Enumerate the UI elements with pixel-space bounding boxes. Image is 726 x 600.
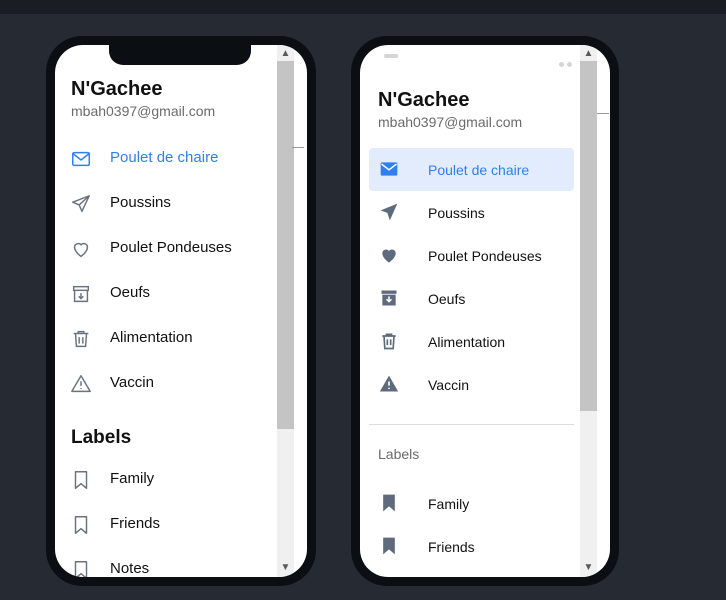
md-screen: N'Gachee mbah0397@gmail.com Poulet de ch… [360,45,610,577]
menu-item-poulet-de-chaire[interactable]: Poulet de chaire [55,137,270,182]
ios-phone-frame: N'Gachee mbah0397@gmail.com Poulet de ch… [46,36,316,586]
scroll-down-icon[interactable]: ▼ [277,561,294,575]
label-item-family[interactable]: Family [55,458,270,503]
bookmark-icon [70,469,92,491]
label-item-text: Friends [428,539,475,555]
label-item-friends[interactable]: Friends [369,525,574,568]
menu-item-label: Poussins [110,194,171,211]
bookmark-icon [379,536,399,556]
label-item-text: Friends [110,515,161,532]
scroll-up-icon[interactable]: ▲ [277,47,294,61]
menu-item-poussins[interactable]: Poussins [369,191,574,234]
label-item-family[interactable]: Family [369,482,574,525]
status-indicator [384,54,398,58]
menu-item-label: Poussins [428,205,485,221]
menu-item-label: Vaccin [110,374,154,391]
menu-item-alimentation[interactable]: Alimentation [55,317,270,362]
bookmark-icon [70,559,92,577]
send-icon [70,193,92,215]
trash-icon [70,328,92,350]
divider [597,113,609,114]
menu-item-oeufs[interactable]: Oeufs [369,277,574,320]
labels-list: Family Friends Notes [55,458,270,577]
warning-icon [379,374,399,394]
profile-email: mbah0397@gmail.com [71,103,216,119]
label-item-text: Family [110,470,155,487]
divider [292,147,304,148]
menu-item-alimentation[interactable]: Alimentation [369,320,574,363]
scrollbar-thumb[interactable] [277,61,294,429]
trash-icon [379,331,399,351]
menu-item-label: Oeufs [110,284,151,301]
vertical-scrollbar[interactable]: ▲ ▼ [277,45,294,577]
labels-heading: Labels [378,446,420,462]
top-bar [0,0,726,14]
menu-list: Poulet de chaire Poussins Poulet Pondeus… [369,148,574,406]
profile-email: mbah0397@gmail.com [378,114,523,130]
menu-item-poulet-de-chaire[interactable]: Poulet de chaire [369,148,574,191]
mail-icon [70,148,92,170]
scroll-down-icon[interactable]: ▼ [580,561,597,575]
label-item-text: Family [428,496,470,512]
vertical-scrollbar[interactable]: ▲ ▼ [580,45,597,577]
label-item-text: Notes [110,560,150,577]
menu-item-label: Poulet de chaire [428,162,530,178]
labels-heading: Labels [71,427,132,448]
label-item-friends[interactable]: Friends [55,503,270,548]
mail-icon [379,159,399,179]
menu-item-oeufs[interactable]: Oeufs [55,272,270,317]
labels-list: Family Friends [369,482,574,568]
menu-item-poulet-pondeuses[interactable]: Poulet Pondeuses [369,234,574,277]
scroll-up-icon[interactable]: ▲ [580,47,597,61]
archive-icon [379,288,399,308]
menu-item-label: Oeufs [428,291,466,307]
status-dots [556,54,572,67]
menu-item-poussins[interactable]: Poussins [55,182,270,227]
menu-item-label: Alimentation [110,329,193,346]
heart-icon [70,238,92,260]
divider [369,424,574,425]
heart-icon [379,245,399,265]
menu-item-label: Poulet de chaire [110,149,219,166]
bookmark-icon [379,493,399,513]
send-icon [379,202,399,222]
menu-item-label: Alimentation [428,334,506,350]
ios-screen: N'Gachee mbah0397@gmail.com Poulet de ch… [55,45,307,577]
md-phone-frame: N'Gachee mbah0397@gmail.com Poulet de ch… [351,36,619,586]
menu-item-label: Poulet Pondeuses [428,248,542,264]
archive-icon [70,283,92,305]
menu-item-vaccin[interactable]: Vaccin [369,363,574,406]
phone-notch [109,45,251,65]
menu-item-label: Vaccin [428,377,469,393]
menu-list: Poulet de chaire Poussins Poulet Pondeus… [55,137,270,407]
label-item-notes[interactable]: Notes [55,548,270,577]
warning-icon [70,373,92,395]
profile-name: N'Gachee [71,78,163,100]
bookmark-icon [70,514,92,536]
menu-item-poulet-pondeuses[interactable]: Poulet Pondeuses [55,227,270,272]
scrollbar-thumb[interactable] [580,61,597,411]
menu-item-vaccin[interactable]: Vaccin [55,362,270,407]
menu-item-label: Poulet Pondeuses [110,239,232,256]
profile-name: N'Gachee [378,89,470,111]
